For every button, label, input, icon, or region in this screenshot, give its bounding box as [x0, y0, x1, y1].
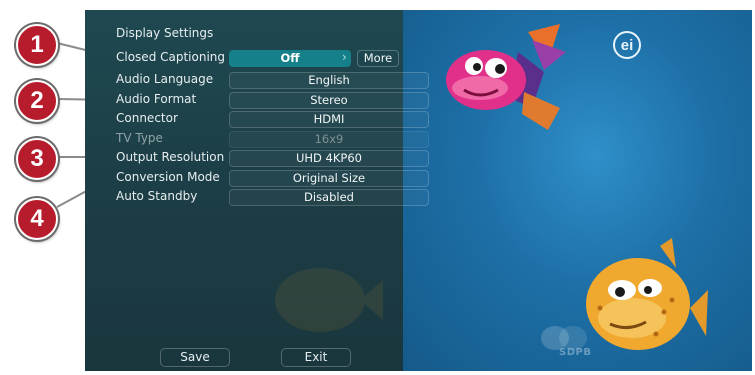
save-button[interactable]: Save [160, 348, 230, 367]
setting-row-audio-format[interactable]: Audio Format Stereo [116, 92, 429, 109]
setting-row-closed-captioning[interactable]: Closed Captioning Off › More [116, 50, 399, 67]
setting-label: Audio Language [116, 72, 214, 86]
callout-3: 3 [16, 138, 58, 180]
page-title: Display Settings [116, 26, 214, 40]
setting-label: Auto Standby [116, 189, 198, 203]
exit-button[interactable]: Exit [281, 348, 351, 367]
setting-row-connector[interactable]: Connector HDMI [116, 111, 429, 128]
ei-logo-icon: ei [613, 31, 641, 59]
tv-screen: Display Settings Closed Captioning Off ›… [85, 10, 752, 371]
setting-label: Audio Format [116, 92, 197, 106]
output-resolution-value[interactable]: UHD 4KP60 [229, 150, 429, 167]
setting-label: Conversion Mode [116, 170, 220, 184]
setting-row-conversion-mode[interactable]: Conversion Mode Original Size [116, 170, 429, 187]
setting-label: Connector [116, 111, 178, 125]
setting-label: Closed Captioning [116, 50, 226, 64]
more-button[interactable]: More [357, 50, 399, 67]
pink-fish-character [446, 24, 566, 130]
watermark-text: SDPB [559, 347, 592, 358]
audio-format-value[interactable]: Stereo [229, 92, 429, 109]
conversion-mode-value[interactable]: Original Size [229, 170, 429, 187]
tv-type-value: 16x9 [229, 131, 429, 148]
setting-label: Output Resolution [116, 150, 225, 164]
setting-row-auto-standby[interactable]: Auto Standby Disabled [116, 189, 429, 206]
setting-row-tv-type: TV Type 16x9 [116, 131, 429, 148]
audio-language-value[interactable]: English [229, 72, 429, 89]
setting-row-audio-language[interactable]: Audio Language English [116, 72, 429, 89]
connector-value[interactable]: HDMI [229, 111, 429, 128]
auto-standby-value[interactable]: Disabled [229, 189, 429, 206]
callout-2: 2 [16, 80, 58, 122]
chevron-right-icon: › [342, 50, 347, 64]
callout-4: 4 [16, 198, 58, 240]
setting-row-output-resolution[interactable]: Output Resolution UHD 4KP60 [116, 150, 429, 167]
broadcaster-watermark [541, 326, 587, 350]
background-fish-silhouette [275, 268, 383, 332]
callout-1: 1 [16, 24, 58, 66]
closed-captioning-value[interactable]: Off [229, 50, 351, 67]
setting-label: TV Type [116, 131, 163, 145]
